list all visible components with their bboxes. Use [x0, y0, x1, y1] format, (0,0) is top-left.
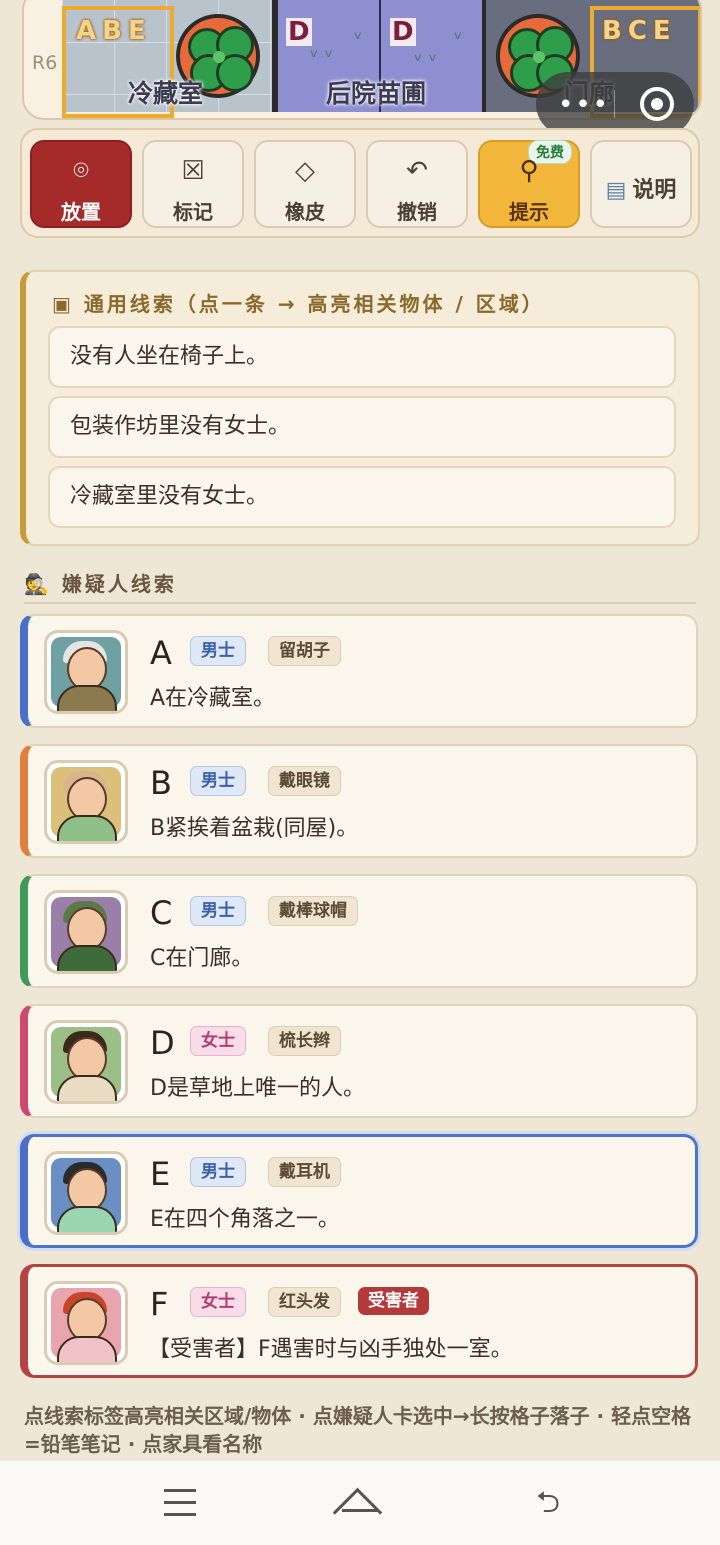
gender-tag: 男士	[190, 896, 246, 926]
suspect-card-b[interactable]: B 男士 戴眼镜 B紧挨着盆栽(同屋)。	[20, 744, 698, 858]
yard-pencil-mark: D	[390, 17, 416, 47]
victim-tag: 受害者	[358, 1287, 429, 1315]
avatar	[44, 1281, 128, 1365]
grass-icon: ᵥ ᵥ	[414, 42, 438, 66]
room-label-backyard: 后院苗圃	[326, 79, 427, 108]
clipboard-icon: ▣	[52, 292, 74, 316]
suspect-clue: B紧挨着盆栽(同屋)。	[150, 816, 359, 841]
suspect-clue: C在门廊。	[150, 946, 254, 971]
suspect-letter: B	[150, 764, 172, 802]
search-icon: ⚲	[519, 156, 539, 186]
suspect-letter: D	[150, 1024, 175, 1062]
more-icon[interactable]: •••	[558, 90, 610, 120]
attribute-tag: 梳长辫	[268, 1026, 341, 1056]
general-clue-item[interactable]: 没有人坐在椅子上。	[48, 326, 676, 388]
suspect-clue: D是草地上唯一的人。	[150, 1076, 365, 1101]
place-button[interactable]: ⌾ 放置	[30, 140, 132, 228]
eraser-icon: ◇	[295, 156, 315, 186]
location-pin-icon: ⌾	[73, 156, 89, 186]
miniprogram-capsule: •••	[536, 72, 694, 136]
general-clue-item[interactable]: 冷藏室里没有女士。	[48, 466, 676, 528]
gender-tag: 男士	[190, 766, 246, 796]
general-clues-panel: ▣ 通用线索（点一条 → 高亮相关物体 / 区域） 没有人坐在椅子上。 包装作坊…	[20, 270, 700, 546]
suspect-letter: E	[150, 1155, 171, 1193]
suspect-clue: A在冷藏室。	[150, 686, 276, 711]
attribute-tag: 红头发	[268, 1287, 341, 1317]
room-label-fridge: 冷藏室	[128, 79, 204, 108]
avatar	[44, 630, 128, 714]
avatar	[44, 1020, 128, 1104]
avatar	[44, 890, 128, 974]
close-target-icon[interactable]	[640, 87, 674, 121]
book-icon: ▤	[605, 178, 627, 203]
grass-icon: ᵥ ᵥ	[310, 38, 334, 62]
avatar	[44, 760, 128, 844]
suspect-letter: C	[150, 894, 173, 932]
porch-pencil-marks: BCE	[602, 16, 677, 46]
suspect-card-a[interactable]: A 男士 留胡子 A在冷藏室。	[20, 614, 698, 728]
suspect-clue: E在四个角落之一。	[150, 1207, 340, 1232]
suspect-clue: 【受害者】F遇害时与凶手独处一室。	[148, 1337, 513, 1362]
suspect-card-e[interactable]: E 男士 戴耳机 E在四个角落之一。	[20, 1134, 698, 1248]
attribute-tag: 留胡子	[268, 636, 341, 666]
general-clue-item[interactable]: 包装作坊里没有女士。	[48, 396, 676, 458]
attribute-tag: 戴耳机	[268, 1157, 341, 1187]
detective-icon: 🕵	[24, 572, 52, 596]
divider	[24, 602, 696, 604]
attribute-tag: 戴眼镜	[268, 766, 341, 796]
grass-icon: ᵥ	[454, 20, 463, 44]
avatar	[44, 1151, 128, 1235]
fridge-pencil-marks: ABE	[76, 16, 152, 46]
back-icon[interactable]: ⮌	[524, 1483, 572, 1523]
toolbar: ⌾ 放置 ☒ 标记 ◇ 橡皮 ↶ 撤销 免费 ⚲ 提示 ▤ 说明	[20, 128, 700, 238]
undo-icon: ↶	[406, 156, 428, 186]
gender-tag: 女士	[190, 1026, 246, 1056]
suspect-card-d[interactable]: D 女士 梳长辫 D是草地上唯一的人。	[20, 1004, 698, 1118]
undo-button[interactable]: ↶ 撤销	[366, 140, 468, 228]
general-clues-header: ▣ 通用线索（点一条 → 高亮相关物体 / 区域）	[52, 292, 545, 316]
row-label: R6	[32, 52, 58, 74]
attribute-tag: 戴棒球帽	[268, 896, 358, 926]
x-box-icon: ☒	[181, 156, 205, 186]
suspect-card-c[interactable]: C 男士 戴棒球帽 C在门廊。	[20, 874, 698, 988]
mark-button[interactable]: ☒ 标记	[142, 140, 244, 228]
suspect-clues-header: 🕵 嫌疑人线索	[24, 572, 177, 596]
help-button[interactable]: ▤ 说明	[590, 140, 692, 228]
usage-hint: 点线索标签高亮相关区域/物体 · 点嫌疑人卡选中→长按格子落子 · 轻点空格=铅…	[24, 1404, 692, 1456]
menu-icon[interactable]	[158, 1483, 206, 1523]
suspect-letter: A	[150, 634, 172, 672]
gender-tag: 男士	[190, 1157, 246, 1187]
grass-icon: ᵥ	[354, 20, 363, 44]
gender-tag: 女士	[190, 1287, 246, 1317]
suspect-card-f[interactable]: F 女士 红头发 受害者 【受害者】F遇害时与凶手独处一室。	[20, 1264, 698, 1378]
gender-tag: 男士	[190, 636, 246, 666]
home-icon[interactable]	[336, 1483, 384, 1523]
suspect-letter: F	[150, 1285, 169, 1323]
hint-button[interactable]: 免费 ⚲ 提示	[478, 140, 580, 228]
yard-pencil-mark: D	[286, 17, 312, 47]
system-nav-bar: ⮌	[0, 1460, 720, 1545]
eraser-button[interactable]: ◇ 橡皮	[254, 140, 356, 228]
